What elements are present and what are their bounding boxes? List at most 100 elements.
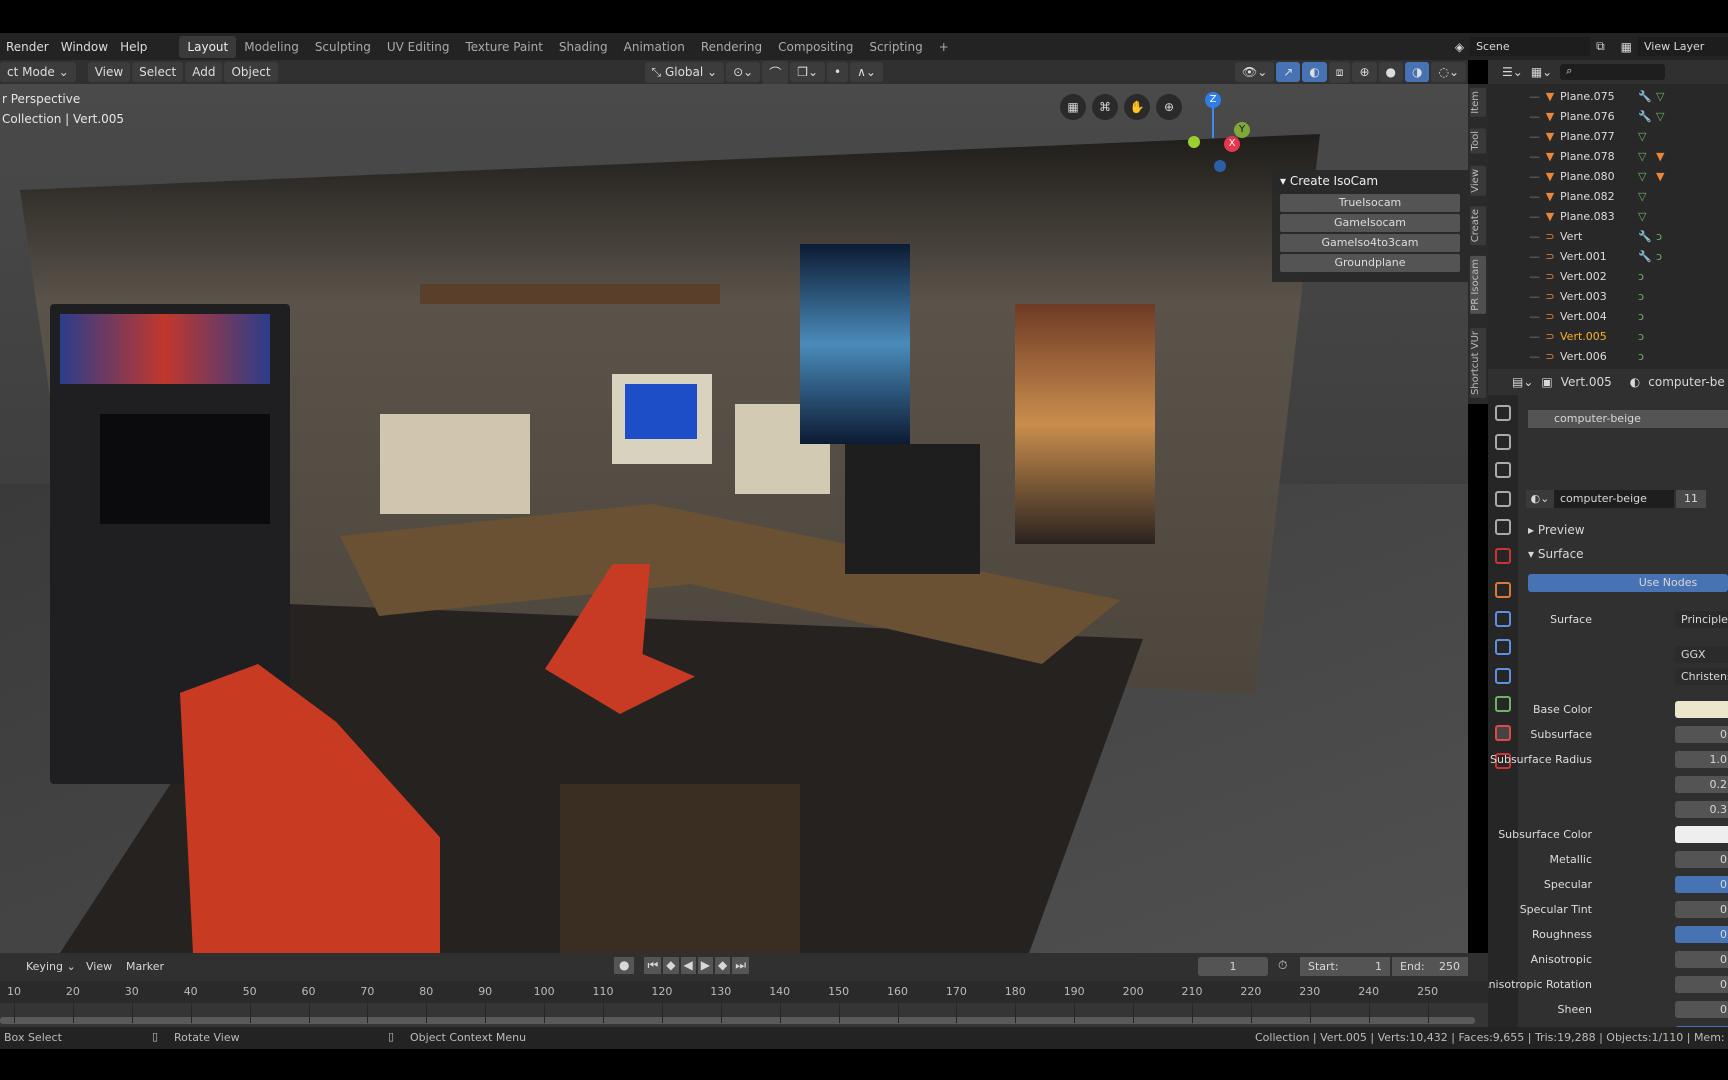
tab-tool[interactable]: Tool — [1470, 128, 1486, 154]
xray-icon[interactable]: ⧈ — [1328, 61, 1351, 83]
orientation-dropdown[interactable]: ⤡ Global ⌄ — [644, 61, 725, 83]
modifier-icon[interactable] — [1495, 610, 1511, 627]
outliner-item[interactable]: — ⊃ Vert.005 ↄ — [1488, 326, 1728, 346]
mesh-data-icon[interactable]: ▽ — [1638, 210, 1656, 223]
snap-target-icon[interactable]: ❒⌄ — [790, 62, 826, 82]
object-data-icon[interactable] — [1495, 696, 1511, 712]
timeline-view-menu[interactable]: View — [86, 960, 112, 973]
keying-menu[interactable]: Keying ⌄ — [26, 960, 76, 973]
start-frame-field[interactable]: Start: 1 — [1300, 957, 1390, 976]
use-nodes-button[interactable]: Use Nodes — [1528, 574, 1728, 592]
outliner-item[interactable]: — ▼ Plane.078 ▽ ▼ — [1488, 146, 1728, 166]
panel-title[interactable]: ▾ Create IsoCam — [1272, 170, 1468, 192]
color-swatch[interactable] — [1675, 701, 1728, 718]
zoom-icon[interactable]: ⊕ — [1156, 94, 1182, 120]
property-value-field[interactable]: 0 — [1675, 951, 1728, 968]
tab-view[interactable]: View — [1470, 166, 1486, 196]
record-icon[interactable]: ● — [614, 957, 635, 974]
property-value-field[interactable]: 0 — [1675, 851, 1728, 868]
output-icon[interactable] — [1495, 462, 1511, 478]
play-icon[interactable]: ▶ — [697, 957, 713, 974]
outliner-search[interactable]: ⌕ — [1560, 64, 1666, 80]
mesh-data-icon[interactable]: ▽ — [1656, 110, 1674, 123]
timeline-track[interactable] — [0, 1003, 1488, 1027]
workspace-tab[interactable]: Texture Paint — [457, 36, 550, 58]
workspace-tab[interactable]: Animation — [616, 36, 693, 58]
material-icon[interactable]: ▼ — [1656, 170, 1664, 183]
outliner-item[interactable]: — ⊃ Vert.006 ↄ — [1488, 346, 1728, 366]
gizmo-y[interactable]: Y — [1234, 122, 1250, 138]
play-reverse-icon[interactable]: ◀ — [680, 957, 696, 974]
prev-keyframe-icon[interactable]: ◆ — [663, 957, 679, 974]
workspace-tab[interactable]: Compositing — [770, 36, 861, 58]
outliner-item[interactable]: — ▼ Plane.082 ▽ — [1488, 186, 1728, 206]
timeline-scrollbar[interactable] — [0, 1017, 1475, 1024]
mesh-data-icon[interactable]: ▽ — [1638, 150, 1656, 163]
add-menu[interactable]: Add — [185, 62, 223, 82]
subsurface-method-dropdown[interactable]: Christens — [1675, 668, 1728, 685]
outliner-item[interactable]: — ⊃ Vert 🔧 ↄ — [1488, 226, 1728, 246]
modifier-icon[interactable]: 🔧 — [1638, 90, 1656, 103]
material-icon[interactable] — [1495, 724, 1511, 741]
menu-help[interactable]: Help — [114, 40, 153, 54]
mesh-data-icon[interactable]: ▽ — [1638, 130, 1656, 143]
view-layer-field[interactable]: View Layer — [1638, 37, 1728, 56]
pivot-icon[interactable]: ⊙⌄ — [726, 62, 761, 82]
editor-type-icon[interactable]: ▤⌄ — [1512, 375, 1533, 389]
modifier-icon[interactable]: 🔧 — [1638, 250, 1656, 263]
property-value-field[interactable]: 0 — [1675, 726, 1728, 743]
modifier-icon[interactable]: 🔧 — [1638, 110, 1656, 123]
material-users[interactable]: 11 — [1676, 490, 1706, 508]
world-icon[interactable] — [1495, 547, 1511, 564]
material-shading-icon[interactable]: ◑ — [1404, 62, 1430, 82]
tab-item[interactable]: Item — [1470, 88, 1486, 117]
mesh-data-icon[interactable]: ▽ — [1638, 170, 1656, 183]
outliner-item[interactable]: — ⊃ Vert.001 🔧 ↄ — [1488, 246, 1728, 266]
trueisocam-button[interactable]: TrueIsocam — [1280, 194, 1460, 212]
workspace-tab[interactable]: Shading — [551, 36, 616, 58]
current-frame-field[interactable]: 1 — [1198, 957, 1268, 976]
preview-section[interactable]: ▸ Preview — [1528, 523, 1585, 537]
workspace-tab[interactable]: UV Editing — [379, 36, 458, 58]
tool-icon[interactable] — [1495, 405, 1511, 421]
groundplane-button[interactable]: Groundplane — [1280, 254, 1460, 272]
surface-section[interactable]: ▾ Surface — [1528, 547, 1584, 561]
workspace-tab[interactable]: Modeling — [236, 36, 307, 58]
tab-shortcut-vur[interactable]: Shortcut VUr — [1470, 328, 1486, 399]
stopwatch-icon[interactable]: ⏱ — [1278, 958, 1287, 973]
outliner-item[interactable]: — ▼ Plane.083 ▽ — [1488, 206, 1728, 226]
falloff-icon[interactable]: ∧⌄ — [850, 62, 883, 82]
menu-window[interactable]: Window — [55, 40, 114, 54]
outliner-item[interactable]: — ▼ Plane.075 🔧 ▽ — [1488, 86, 1728, 106]
property-value-field[interactable]: 0.3 — [1675, 801, 1728, 818]
next-keyframe-icon[interactable]: ◆ — [715, 957, 731, 974]
curve-data-icon[interactable]: ↄ — [1638, 310, 1656, 323]
end-frame-field[interactable]: End: 250 — [1392, 957, 1468, 976]
outliner-item[interactable]: — ▼ Plane.077 ▽ — [1488, 126, 1728, 146]
material-icon[interactable]: ▼ — [1656, 150, 1664, 163]
marker-menu[interactable]: Marker — [126, 960, 164, 973]
property-value-field[interactable]: 0.2 — [1675, 776, 1728, 793]
rendered-shading-icon[interactable]: ◌⌄ — [1431, 62, 1466, 82]
scene-icon[interactable]: ◈ — [1455, 40, 1464, 54]
property-value-field[interactable]: 0 — [1675, 1001, 1728, 1018]
physics-icon[interactable] — [1495, 667, 1511, 684]
3d-viewport[interactable]: r Perspective Collection | Vert.005 ▦ ⌘ … — [0, 84, 1468, 953]
outliner-item[interactable]: — ▼ Plane.076 🔧 ▽ — [1488, 106, 1728, 126]
gameisocam-button[interactable]: GameIsocam — [1280, 214, 1460, 232]
snap-icon[interactable]: ⌒ — [762, 60, 789, 84]
gameiso4to3cam-button[interactable]: GameIso4to3cam — [1280, 234, 1460, 252]
curve-data-icon[interactable]: ↄ — [1638, 350, 1656, 363]
material-slot-list[interactable]: computer-beige — [1528, 410, 1728, 428]
solid-shading-icon[interactable]: ● — [1378, 62, 1403, 82]
curve-data-icon[interactable]: ↄ — [1638, 270, 1656, 283]
property-value-field[interactable]: 0 — [1675, 876, 1728, 893]
gizmo-neg-y[interactable] — [1188, 136, 1200, 148]
view-menu[interactable]: View — [87, 62, 131, 82]
property-value-field[interactable]: 0 — [1675, 901, 1728, 918]
curve-data-icon[interactable]: ↄ — [1656, 250, 1674, 263]
tab-pr-isocam[interactable]: PR Isocam — [1470, 256, 1486, 314]
distribution-dropdown[interactable]: GGX — [1675, 646, 1728, 663]
filter-icon[interactable]: ▦⌄ — [1531, 65, 1552, 79]
gizmo-toggle-icon[interactable]: ↗ — [1276, 62, 1301, 82]
